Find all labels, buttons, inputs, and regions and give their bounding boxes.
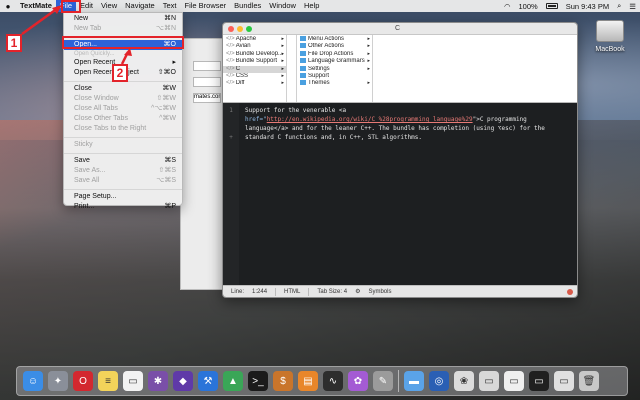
- folder-icon[interactable]: ▬: [404, 371, 424, 391]
- launchpad-icon[interactable]: ✦: [48, 371, 68, 391]
- android-studio-icon[interactable]: ▲: [223, 371, 243, 391]
- dock: ☺ ✦ O ≡ ▭ ✱ ◆ ⚒ ▲ >_ $ ▤ ∿ ✿ ✎ ▬ ◎ ❀ ▭ ▭ ▭ ▭ 🗑: [16, 366, 628, 396]
- trash-icon[interactable]: 🗑: [579, 371, 599, 391]
- flower-app-icon[interactable]: ✿: [348, 371, 368, 391]
- dock-separator: [398, 370, 399, 392]
- annotation-arrows: [21, 5, 132, 65]
- visual-studio-icon[interactable]: ◆: [173, 371, 193, 391]
- photos-icon[interactable]: ❀: [454, 371, 474, 391]
- preview-icon[interactable]: ✎: [373, 371, 393, 391]
- xcode-icon[interactable]: ⚒: [198, 371, 218, 391]
- stickies-icon[interactable]: ▭: [123, 371, 143, 391]
- window-thumb3-icon[interactable]: ▭: [529, 371, 549, 391]
- terminal-icon[interactable]: >_: [248, 371, 268, 391]
- network-icon[interactable]: ◎: [429, 371, 449, 391]
- window-thumb2-icon[interactable]: ▭: [504, 371, 524, 391]
- notes-icon[interactable]: ≡: [98, 371, 118, 391]
- ibooks-icon[interactable]: ▤: [298, 371, 318, 391]
- textmate-icon[interactable]: ✱: [148, 371, 168, 391]
- finder-icon[interactable]: ☺: [23, 371, 43, 391]
- window-thumb-icon[interactable]: ▭: [479, 371, 499, 391]
- activity-monitor-icon[interactable]: ∿: [323, 371, 343, 391]
- arrow-head-open-item: [124, 48, 132, 56]
- dollar-app-icon[interactable]: $: [273, 371, 293, 391]
- arrow-to-file-menu: [21, 6, 59, 36]
- opera-icon[interactable]: O: [73, 371, 93, 391]
- window-thumb4-icon[interactable]: ▭: [554, 371, 574, 391]
